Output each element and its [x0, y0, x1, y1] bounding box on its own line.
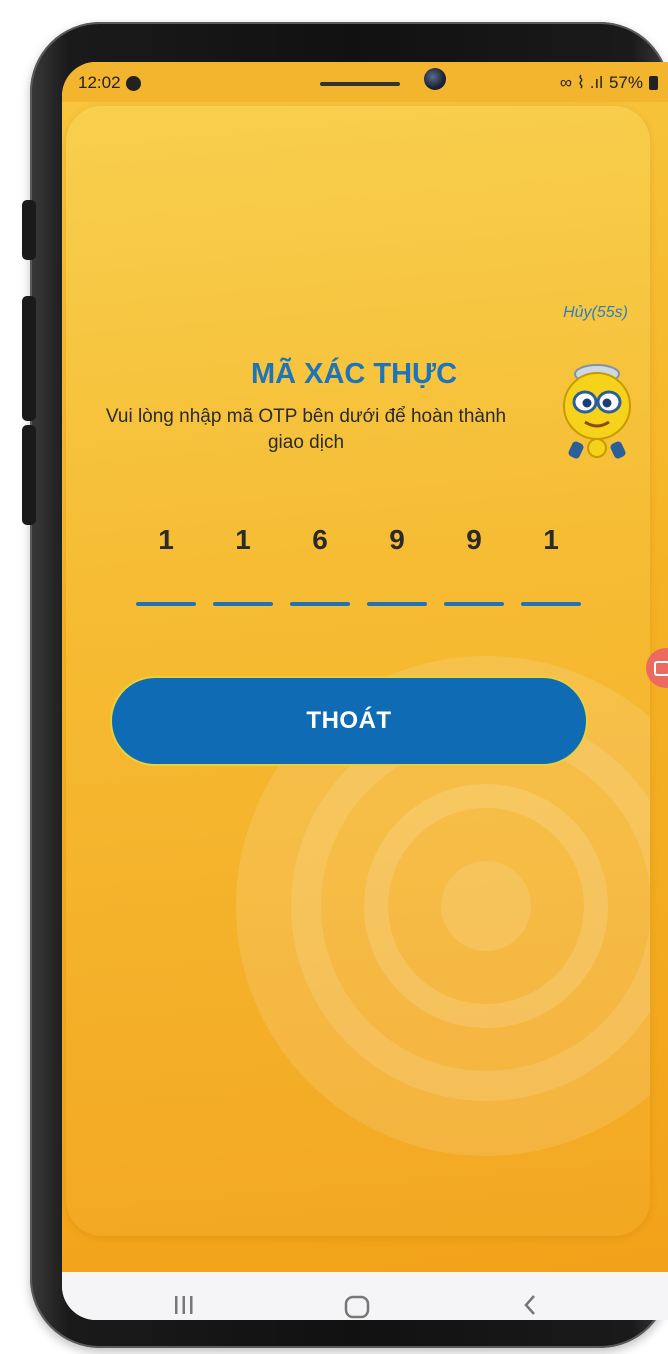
- status-bar: 12:02 ∞ ⌇ .ıl 57%: [62, 62, 668, 102]
- otp-card: Hủy(55s) MÃ XÁC THỰC Vui lòng nhập mã OT…: [66, 106, 650, 1236]
- otp-underline: [444, 602, 504, 606]
- otp-digit-box[interactable]: 9: [367, 516, 427, 606]
- volume-up-button: [22, 200, 36, 260]
- signal-wifi-icons: ∞ ⌇ .ıl: [559, 73, 603, 92]
- battery-percent: 57%: [608, 73, 643, 92]
- otp-underline: [290, 602, 350, 606]
- status-icons: ∞ ⌇ .ıl 57%: [560, 73, 658, 93]
- otp-digit: 9: [389, 524, 405, 555]
- system-nav-bar: [62, 1272, 668, 1320]
- front-camera: [424, 68, 446, 90]
- page-title-text: MÃ XÁC THỰC: [250, 358, 458, 390]
- otp-digit: 6: [312, 524, 328, 555]
- recents-icon[interactable]: [172, 1294, 196, 1316]
- home-icon[interactable]: [344, 1295, 370, 1319]
- otp-digit: 1: [235, 524, 251, 555]
- otp-digit-box[interactable]: 6: [290, 516, 350, 606]
- phone-screen: 12:02 ∞ ⌇ .ıl 57% Hủy(55s) MÃ XÁC THỰC V…: [62, 62, 668, 1320]
- status-time: 12:02: [78, 73, 121, 92]
- otp-underline: [367, 602, 427, 606]
- otp-digit-box[interactable]: 1: [521, 516, 581, 606]
- otp-underline: [213, 602, 273, 606]
- otp-digit-box[interactable]: 1: [136, 516, 196, 606]
- volume-down-button: [22, 296, 36, 421]
- exit-button[interactable]: THOÁT: [110, 676, 588, 766]
- cancel-link[interactable]: Hủy(55s): [563, 304, 628, 322]
- otp-underline: [136, 602, 196, 606]
- otp-input-group: 1 1 6 9 9 1: [136, 516, 581, 606]
- otp-digit: 1: [543, 524, 559, 555]
- status-time-group: 12:02: [78, 73, 141, 93]
- otp-underline: [521, 602, 581, 606]
- otp-digit-box[interactable]: 9: [444, 516, 504, 606]
- app-background: Hủy(55s) MÃ XÁC THỰC Vui lòng nhập mã OT…: [62, 102, 668, 1272]
- otp-digit-box[interactable]: 1: [213, 516, 273, 606]
- speaker-grille: [320, 82, 400, 86]
- instruction-text: Vui lòng nhập mã OTP bên dưới để hoàn th…: [105, 406, 507, 453]
- robot-mascot-icon: [563, 364, 631, 459]
- otp-digit: 9: [466, 524, 482, 555]
- back-icon[interactable]: [520, 1290, 540, 1320]
- notification-icon: [125, 75, 141, 91]
- bixby-button: [22, 425, 36, 525]
- battery-icon: [649, 76, 658, 90]
- otp-digit: 1: [158, 524, 174, 555]
